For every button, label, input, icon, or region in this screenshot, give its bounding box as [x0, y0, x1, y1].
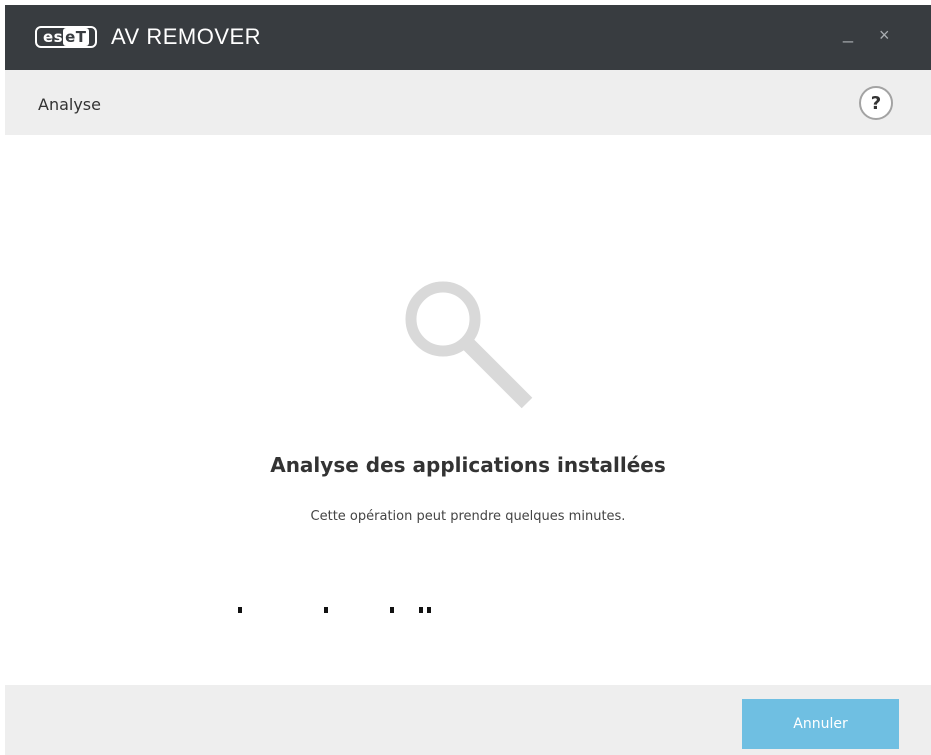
eset-logo: es eT [35, 26, 97, 48]
help-button[interactable]: ? [859, 86, 893, 120]
minimize-button[interactable]: _ [843, 23, 853, 44]
cancel-button[interactable]: Annuler [742, 699, 899, 749]
title-bar: es eT AV REMOVER _ × [5, 5, 931, 70]
progress-dot [238, 607, 242, 613]
progress-dot [324, 607, 328, 613]
footer-bar: Annuler [5, 685, 931, 755]
logo-text-part: es [43, 27, 64, 46]
logo-text-part-inverted: eT [63, 27, 89, 46]
page-title: Analyse [38, 95, 101, 114]
progress-dot [390, 607, 394, 613]
page-header: Analyse ? [5, 70, 931, 135]
progress-indicator [5, 135, 931, 685]
progress-dot [419, 607, 423, 613]
app-title: AV REMOVER [111, 24, 262, 49]
close-button[interactable]: × [879, 25, 890, 46]
main-content: Analyse des applications installées Cett… [5, 135, 931, 685]
progress-dot [427, 607, 431, 613]
app-window: es eT AV REMOVER _ × Analyse ? Analyse de… [5, 5, 931, 755]
